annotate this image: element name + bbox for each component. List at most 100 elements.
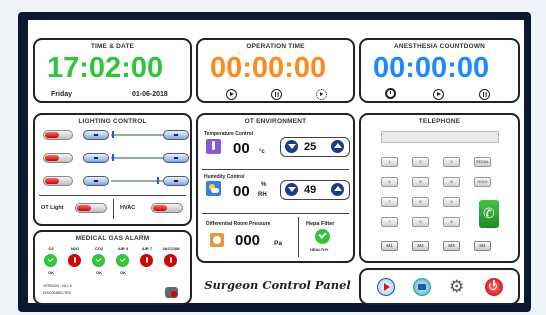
anesthesia-pause-button[interactable] xyxy=(479,89,490,100)
light-2-bright-button[interactable] xyxy=(163,153,189,163)
settings-button[interactable]: ⚙ xyxy=(449,278,467,296)
temperature-label: Temperature Control xyxy=(204,131,254,137)
keypad-key[interactable]: 9 xyxy=(443,197,460,207)
pressure-gauge-icon xyxy=(210,233,224,247)
weather-icon xyxy=(206,181,221,196)
memory-key-m2[interactable]: M2 xyxy=(412,241,429,251)
gas-name-vaccum: VACCUM xyxy=(162,246,180,251)
time-date-title: TIME & DATE xyxy=(90,43,135,50)
gas-name-air-4: AIR 4 xyxy=(117,246,129,251)
gas-alarm-icon xyxy=(140,254,153,267)
light-1-toggle[interactable] xyxy=(43,130,73,140)
anesthesia-panel: ANESTHESIA COUNTDOWN 00:00:00 xyxy=(359,38,520,103)
hvac-toggle[interactable] xyxy=(151,203,183,213)
alarm-clock-button[interactable] xyxy=(385,88,396,99)
keypad-key[interactable]: 8 xyxy=(412,197,429,207)
memory-key-m3[interactable]: M3 xyxy=(443,241,460,251)
anesthesia-play-button[interactable] xyxy=(433,89,444,100)
ot-environment-title: OT ENVIRONMENT xyxy=(244,118,307,125)
version-text: VERSION : V8 1.0 xyxy=(43,284,72,288)
light-1-bright-button[interactable] xyxy=(163,130,189,140)
humidity-label: Humidity Control xyxy=(204,174,245,180)
lighting-divider xyxy=(39,195,186,196)
light-2-dim-button[interactable] xyxy=(83,153,109,163)
monitor-icon xyxy=(418,284,426,290)
footer-title: Surgeon Control Panel xyxy=(204,278,351,292)
hepa-label: Hepa Filter xyxy=(306,221,335,227)
connection-status: DISCONNECTED xyxy=(43,291,72,295)
quick-actions-panel: ⚙ xyxy=(359,268,520,305)
current-day: Friday xyxy=(51,91,73,98)
humidity-setpoint: 49 xyxy=(304,184,317,196)
gas-alarm-icon xyxy=(164,254,177,267)
media-play-button[interactable] xyxy=(377,278,395,296)
humidity-setpoint-box: 49 xyxy=(280,180,350,200)
gas-alarm-panel: MEDICAL GAS ALARM O2 OK N2O CO2 OK AIR 4 OK AIR… xyxy=(33,230,192,305)
light-3-toggle[interactable] xyxy=(43,176,73,186)
connection-icon xyxy=(165,287,178,298)
reset-icon xyxy=(319,92,323,96)
gas-name-n2o: N2O xyxy=(70,246,80,251)
temperature-setpoint-box: 25 xyxy=(280,137,350,157)
temp-down-button[interactable] xyxy=(285,140,298,153)
hvac-label: HVAC xyxy=(120,205,136,211)
humidity-up-button[interactable] xyxy=(331,183,344,196)
ot-light-toggle[interactable] xyxy=(75,203,107,213)
temp-up-button[interactable] xyxy=(331,140,344,153)
display-button[interactable] xyxy=(413,278,431,296)
gear-icon: ⚙ xyxy=(449,277,465,296)
gas-alarm-icon xyxy=(68,254,81,267)
env-divider-1 xyxy=(202,169,349,170)
arrow-up-icon xyxy=(333,186,342,191)
gas-status: OK xyxy=(48,270,54,275)
keypad-key[interactable]: * xyxy=(381,217,398,227)
phone-icon: ✆ xyxy=(483,205,495,221)
operation-time-panel: OPERATION TIME 00:00:00 xyxy=(196,38,355,103)
humidity-unit-top: % xyxy=(261,182,267,188)
gas-ok-check-icon xyxy=(44,254,57,267)
light-3-bright-button[interactable] xyxy=(163,176,189,186)
light-3-level-mark[interactable] xyxy=(157,177,159,184)
keypad-key[interactable]: 0 xyxy=(412,217,429,227)
light-1-level-mark[interactable] xyxy=(112,131,114,138)
operation-play-button[interactable] xyxy=(226,89,237,100)
telephone-title: TELEPHONE xyxy=(418,118,461,125)
time-date-panel: TIME & DATE 17:02:00 Friday 01-06-2018 xyxy=(33,38,192,103)
screen: TIME & DATE 17:02:00 Friday 01-06-2018 O… xyxy=(28,20,524,305)
play-icon xyxy=(230,92,234,96)
keypad-key[interactable]: 6 xyxy=(443,177,460,187)
keypad-key[interactable]: 7 xyxy=(381,197,398,207)
memory-key-m4[interactable]: M4 xyxy=(474,241,491,251)
power-button[interactable] xyxy=(485,278,503,296)
current-time: 17:02:00 xyxy=(47,52,164,84)
keypad-key[interactable]: 3 xyxy=(443,157,460,167)
pause-icon xyxy=(482,92,484,97)
keypad-key[interactable]: HOLD xyxy=(474,177,491,187)
pause-icon xyxy=(274,92,276,97)
keypad-key[interactable]: REDIAL xyxy=(474,157,491,167)
call-button[interactable]: ✆ xyxy=(479,200,499,228)
operation-pause-button[interactable] xyxy=(271,89,282,100)
arrow-up-icon xyxy=(333,143,342,148)
light-1-dim-button[interactable] xyxy=(83,130,109,140)
keypad-key[interactable]: 2 xyxy=(412,157,429,167)
thermometer-icon xyxy=(206,139,221,154)
temperature-unit: °c xyxy=(259,149,265,155)
pressure-unit: Pa xyxy=(274,240,282,247)
hepa-check-icon xyxy=(315,229,330,244)
light-3-dim-button[interactable] xyxy=(83,176,109,186)
gas-name-co2: CO2 xyxy=(94,246,104,251)
keypad-key[interactable]: # xyxy=(443,217,460,227)
humidity-down-button[interactable] xyxy=(285,183,298,196)
keypad-key[interactable]: 5 xyxy=(412,177,429,187)
light-2-toggle[interactable] xyxy=(43,153,73,163)
operation-reset-button[interactable] xyxy=(316,89,327,100)
keypad-key[interactable]: 1 xyxy=(381,157,398,167)
keypad-key[interactable]: 4 xyxy=(381,177,398,187)
light-2-level-mark[interactable] xyxy=(112,154,114,161)
pressure-value: 000 xyxy=(235,232,261,249)
ot-environment-panel: OT ENVIRONMENT Temperature Control 00 °c… xyxy=(196,113,355,263)
operation-time-title: OPERATION TIME xyxy=(246,43,305,50)
gas-name-air-7: AIR 7 xyxy=(141,246,153,251)
memory-key-m1[interactable]: M1 xyxy=(381,241,398,251)
